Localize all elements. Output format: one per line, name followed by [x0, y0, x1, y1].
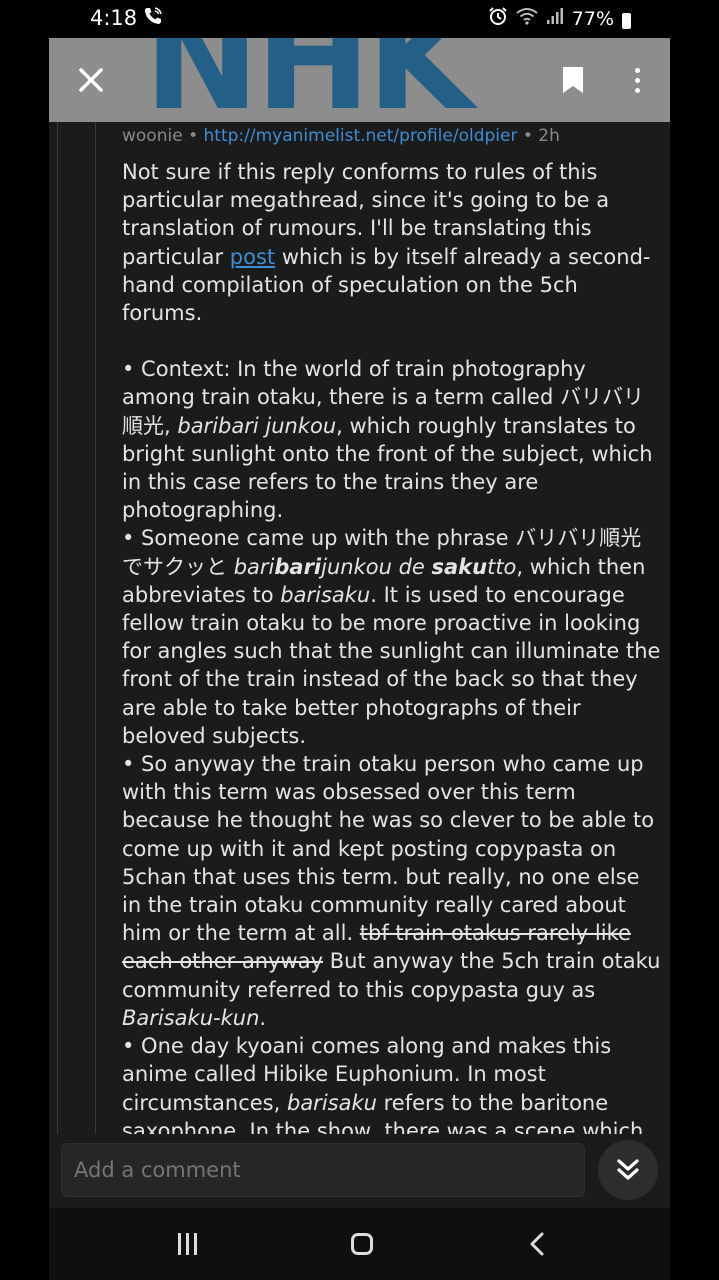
close-button[interactable] — [71, 60, 111, 100]
thread-indent-line — [57, 122, 58, 1142]
comment-age: 2h — [538, 126, 560, 146]
back-icon — [530, 1232, 544, 1256]
author-flair-link[interactable]: http://myanimelist.net/profile/oldpier — [204, 126, 518, 146]
app-screen: NHK woonie • http://myanimelist.net/prof… — [49, 38, 670, 1208]
back-button[interactable] — [519, 1228, 555, 1260]
battery-icon — [622, 12, 631, 29]
thread-indent-line — [95, 122, 96, 1142]
comment-body: Not sure if this reply conforms to rules… — [122, 158, 662, 1173]
home-button[interactable] — [344, 1228, 380, 1260]
status-time: 4:18 — [90, 6, 138, 30]
home-icon — [351, 1233, 373, 1255]
bullet-phrase: • Someone came up with the phrase バリバリ順光… — [122, 526, 661, 748]
close-icon — [79, 68, 103, 92]
bookmark-icon — [563, 67, 583, 93]
add-comment-input[interactable] — [61, 1143, 585, 1197]
comment-meta: woonie • http://myanimelist.net/profile/… — [122, 126, 560, 146]
double-chevron-down-icon — [617, 1159, 639, 1180]
comment: woonie • http://myanimelist.net/profile/… — [122, 122, 662, 1173]
navigation-bar — [49, 1208, 670, 1280]
phone-icon — [143, 6, 163, 31]
alarm-icon — [488, 6, 508, 31]
bullet-context: • Context: In the world of train photogr… — [122, 357, 653, 523]
signal-icon — [546, 7, 564, 30]
recents-button[interactable] — [169, 1228, 205, 1260]
more-options-button[interactable] — [617, 60, 657, 100]
header-logo: NHK — [144, 38, 474, 122]
next-comment-button[interactable] — [598, 1140, 658, 1200]
more-icon — [634, 67, 640, 73]
comment-author[interactable]: woonie — [122, 126, 183, 146]
recents-icon — [177, 1233, 181, 1255]
bookmark-button[interactable] — [553, 60, 593, 100]
battery-percent: 77% — [571, 7, 614, 30]
post-header: NHK — [49, 38, 670, 122]
post-link[interactable]: post — [230, 245, 275, 269]
wifi-icon — [516, 7, 538, 30]
status-right-icons: 77% — [488, 6, 631, 31]
comment-paragraph: Not sure if this reply conforms to rules… — [122, 160, 651, 326]
comment-bar — [49, 1134, 670, 1208]
bullet-copypasta: • So anyway the train otaku person who c… — [122, 752, 661, 1030]
status-bar: 4:18 77% — [0, 0, 719, 38]
